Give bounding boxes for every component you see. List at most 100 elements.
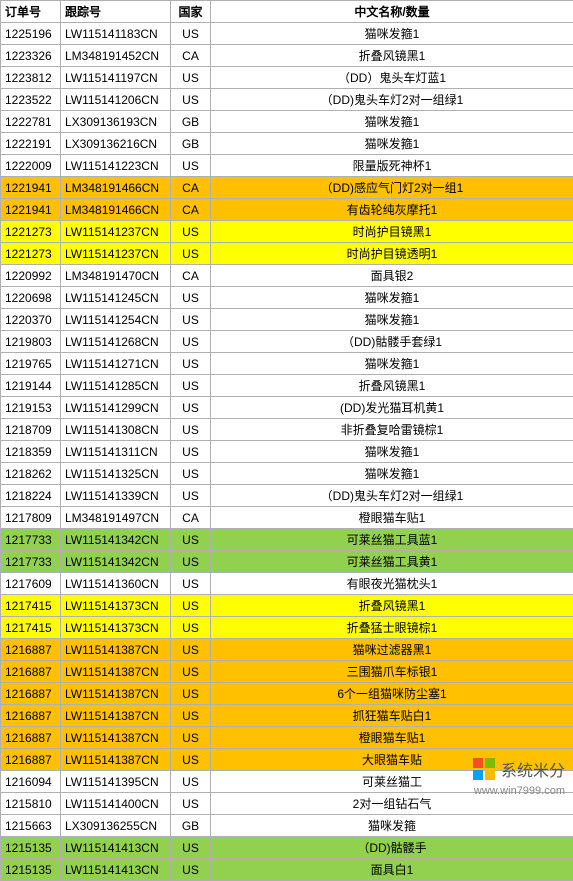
cell-country: CA xyxy=(171,45,211,67)
cell-track: LW115141387CN xyxy=(61,749,171,771)
cell-country: CA xyxy=(171,507,211,529)
cell-country: CA xyxy=(171,199,211,221)
cell-track: LW115141387CN xyxy=(61,683,171,705)
cell-track: LW115141342CN xyxy=(61,529,171,551)
cell-track: LW115141373CN xyxy=(61,617,171,639)
table-row: 1215810LW115141400CNUS2对一组钻石气 xyxy=(1,793,573,815)
cell-order: 1219153 xyxy=(1,397,61,419)
table-row: 1218224LW115141339CNUS（DD)鬼头车灯2对一组绿1 xyxy=(1,485,573,507)
cell-name: 橙眼猫车贴1 xyxy=(211,507,573,529)
cell-country: US xyxy=(171,419,211,441)
cell-track: LW115141308CN xyxy=(61,419,171,441)
cell-name: 可莱丝猫工具黄1 xyxy=(211,551,573,573)
header-order: 订单号 xyxy=(1,1,61,23)
table-row: 1215135LW115141413CNUS（DD)骷髅手 xyxy=(1,837,573,859)
header-name: 中文名称/数量 xyxy=(211,1,573,23)
cell-country: GB xyxy=(171,111,211,133)
cell-name: (DD)发光猫耳机黄1 xyxy=(211,397,573,419)
cell-name: 限量版死神杯1 xyxy=(211,155,573,177)
table-row: 1223326LM348191452CNCA折叠风镜黑1 xyxy=(1,45,573,67)
table-row: 1215663LX309136255CNGB猫咪发箍 xyxy=(1,815,573,837)
cell-order: 1220992 xyxy=(1,265,61,287)
cell-order: 1217733 xyxy=(1,551,61,573)
cell-track: LW115141254CN xyxy=(61,309,171,331)
cell-track: LW115141245CN xyxy=(61,287,171,309)
cell-name: 时尚护目镜黑1 xyxy=(211,221,573,243)
table-row: 1221941LM348191466CNCA有齿轮纯灰摩托1 xyxy=(1,199,573,221)
cell-country: US xyxy=(171,221,211,243)
table-row: 1217809LM348191497CNCA橙眼猫车贴1 xyxy=(1,507,573,529)
cell-order: 1219765 xyxy=(1,353,61,375)
cell-track: LW115141360CN xyxy=(61,573,171,595)
cell-track: LW115141413CN xyxy=(61,859,171,881)
cell-order: 1217809 xyxy=(1,507,61,529)
cell-name: 猫咪发箍1 xyxy=(211,111,573,133)
cell-name: 猫咪发箍1 xyxy=(211,287,573,309)
cell-country: US xyxy=(171,617,211,639)
table-row: 1218262LW115141325CNUS猫咪发箍1 xyxy=(1,463,573,485)
table-row: 1222009LW115141223CNUS限量版死神杯1 xyxy=(1,155,573,177)
cell-name: 可莱丝猫工具蓝1 xyxy=(211,529,573,551)
cell-order: 1219144 xyxy=(1,375,61,397)
table-row: 1221273LW115141237CNUS时尚护目镜黑1 xyxy=(1,221,573,243)
cell-order: 1217415 xyxy=(1,617,61,639)
cell-order: 1216887 xyxy=(1,727,61,749)
cell-track: LW115141223CN xyxy=(61,155,171,177)
cell-track: LX309136255CN xyxy=(61,815,171,837)
cell-country: US xyxy=(171,661,211,683)
cell-name: 2对一组钻石气 xyxy=(211,793,573,815)
cell-name: 面具白1 xyxy=(211,859,573,881)
table-row: 1217733LW115141342CNUS可莱丝猫工具黄1 xyxy=(1,551,573,573)
table-row: 1221273LW115141237CNUS时尚护目镜透明1 xyxy=(1,243,573,265)
table-row: 1216887LW115141387CNUS大眼猫车贴 xyxy=(1,749,573,771)
cell-order: 1215135 xyxy=(1,837,61,859)
cell-name: 折叠风镜黑1 xyxy=(211,375,573,397)
cell-track: LM348191470CN xyxy=(61,265,171,287)
cell-order: 1217609 xyxy=(1,573,61,595)
table-row: 1220370LW115141254CNUS猫咪发箍1 xyxy=(1,309,573,331)
cell-country: US xyxy=(171,397,211,419)
cell-track: LW115141325CN xyxy=(61,463,171,485)
cell-order: 1220698 xyxy=(1,287,61,309)
cell-country: US xyxy=(171,573,211,595)
cell-country: US xyxy=(171,793,211,815)
cell-track: LW115141237CN xyxy=(61,243,171,265)
cell-name: （DD)鬼头车灯2对一组绿1 xyxy=(211,89,573,111)
cell-track: LW115141373CN xyxy=(61,595,171,617)
cell-track: LW115141387CN xyxy=(61,661,171,683)
cell-order: 1222781 xyxy=(1,111,61,133)
table-row: 1219144LW115141285CNUS折叠风镜黑1 xyxy=(1,375,573,397)
cell-order: 1216094 xyxy=(1,771,61,793)
cell-order: 1216887 xyxy=(1,683,61,705)
cell-order: 1217415 xyxy=(1,595,61,617)
cell-track: LW115141395CN xyxy=(61,771,171,793)
table-row: 1216887LW115141387CNUS猫咪过滤器黑1 xyxy=(1,639,573,661)
cell-country: US xyxy=(171,441,211,463)
cell-name: 猫咪发箍1 xyxy=(211,463,573,485)
cell-country: US xyxy=(171,683,211,705)
header-row: 订单号 跟踪号 国家 中文名称/数量 xyxy=(1,1,573,23)
table-row: 1219765LW115141271CNUS猫咪发箍1 xyxy=(1,353,573,375)
cell-name: 折叠猛士眼镜棕1 xyxy=(211,617,573,639)
cell-order: 1221941 xyxy=(1,199,61,221)
cell-order: 1225196 xyxy=(1,23,61,45)
cell-order: 1216887 xyxy=(1,661,61,683)
cell-country: US xyxy=(171,23,211,45)
cell-country: US xyxy=(171,485,211,507)
cell-order: 1215810 xyxy=(1,793,61,815)
cell-track: LW115141285CN xyxy=(61,375,171,397)
table-row: 1219153LW115141299CNUS(DD)发光猫耳机黄1 xyxy=(1,397,573,419)
table-row: 1216887LW115141387CNUS抓狂猫车贴白1 xyxy=(1,705,573,727)
cell-country: US xyxy=(171,353,211,375)
cell-name: （DD)鬼头车灯2对一组绿1 xyxy=(211,485,573,507)
header-country: 国家 xyxy=(171,1,211,23)
table-row: 1216887LW115141387CNUS三围猫爪车标银1 xyxy=(1,661,573,683)
cell-order: 1222191 xyxy=(1,133,61,155)
cell-order: 1223326 xyxy=(1,45,61,67)
cell-name: （DD)感应气门灯2对一组1 xyxy=(211,177,573,199)
cell-name: （DD）鬼头车灯蓝1 xyxy=(211,67,573,89)
cell-order: 1218224 xyxy=(1,485,61,507)
cell-order: 1216887 xyxy=(1,749,61,771)
table-row: 1217415LW115141373CNUS折叠风镜黑1 xyxy=(1,595,573,617)
table-row: 1219803LW115141268CNUS（DD)骷髅手套绿1 xyxy=(1,331,573,353)
